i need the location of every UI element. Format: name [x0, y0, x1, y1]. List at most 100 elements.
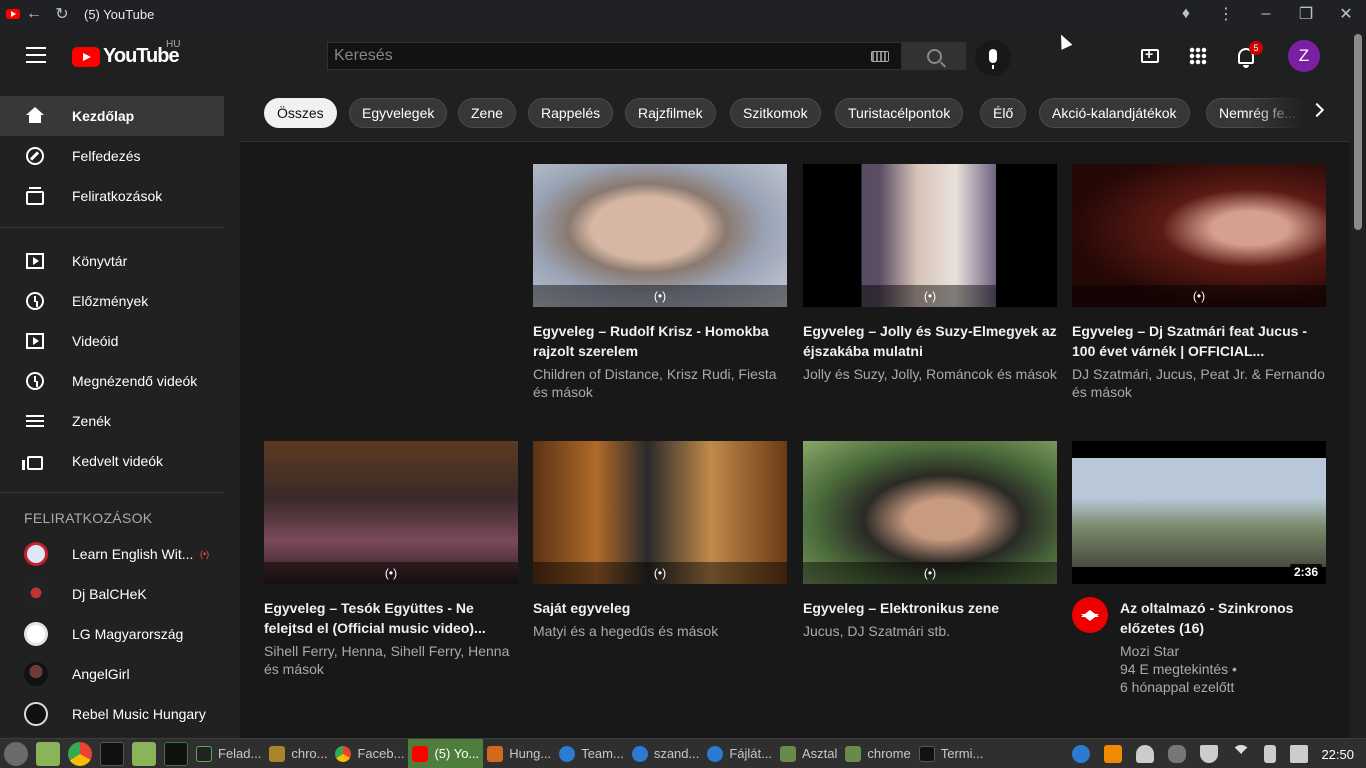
- search-box[interactable]: [327, 42, 902, 70]
- sidebar-item-label: Könyvtár: [72, 253, 128, 269]
- taskbar-app[interactable]: Faceb...: [331, 739, 408, 768]
- apps-button[interactable]: [1186, 44, 1210, 68]
- sidebar-item-explore[interactable]: Felfedezés: [0, 136, 224, 176]
- teamviewer-icon: [707, 745, 724, 762]
- sidebar-item-home[interactable]: Kezdőlap: [0, 96, 224, 136]
- page-scrollbar[interactable]: [1350, 28, 1366, 738]
- files-launcher-icon[interactable]: [132, 741, 156, 766]
- sidebar-item-label: LG Magyarország: [72, 626, 184, 642]
- scrollbar-thumb[interactable]: [1354, 34, 1362, 230]
- wifi-icon[interactable]: [1232, 745, 1251, 763]
- video-thumbnail[interactable]: (•): [533, 164, 787, 307]
- reload-icon[interactable]: ↻: [48, 0, 76, 28]
- keyboard-icon[interactable]: [871, 51, 889, 62]
- video-thumbnail[interactable]: (•): [803, 441, 1057, 584]
- video-thumbnail[interactable]: (•): [803, 164, 1057, 307]
- notification-count-badge: 5: [1249, 41, 1263, 55]
- back-arrow-icon[interactable]: ←: [20, 0, 48, 28]
- video-thumbnail[interactable]: 2:36: [1072, 441, 1326, 584]
- sidebar-subscription[interactable]: Rebel Music Hungary: [0, 694, 224, 734]
- taskbar-app[interactable]: Team...: [555, 739, 628, 768]
- sidebar-item-liked-videos[interactable]: Kedvelt videók: [0, 441, 224, 481]
- chip-cartoons[interactable]: Rajzfilmek: [625, 98, 716, 128]
- volume-icon[interactable]: [1290, 745, 1309, 763]
- video-thumbnail[interactable]: (•): [1072, 164, 1326, 307]
- sidebar-divider: [0, 227, 224, 228]
- channel-avatar[interactable]: [1072, 597, 1108, 633]
- sidebar-item-watch-later[interactable]: Megnézendő videók: [0, 361, 224, 401]
- taskbar-app[interactable]: Asztal: [776, 739, 841, 768]
- chrome-launcher-icon[interactable]: [68, 741, 92, 766]
- extensions-puzzle-icon[interactable]: ♦: [1166, 0, 1206, 28]
- video-card[interactable]: (•) Saját egyveleg Matyi és a hegedűs és…: [533, 441, 787, 640]
- taskbar-app[interactable]: Fájlát...: [703, 739, 776, 768]
- sidebar-subscription[interactable]: Dj BalCHeK: [0, 574, 224, 614]
- sidebar-subscription[interactable]: LG Magyarország: [0, 614, 224, 654]
- search-input[interactable]: [328, 43, 901, 69]
- video-thumbnail[interactable]: (•): [264, 441, 518, 584]
- video-card[interactable]: (•) Egyveleg – Elektronikus zene Jucus, …: [803, 441, 1057, 640]
- restore-window-icon[interactable]: ❐: [1286, 0, 1326, 28]
- sidebar-item-your-videos[interactable]: Videóid: [0, 321, 224, 361]
- video-title[interactable]: Saját egyveleg: [533, 598, 787, 618]
- clock[interactable]: 22:50: [1321, 747, 1354, 762]
- bluetooth-icon[interactable]: [1168, 745, 1187, 763]
- shield-icon[interactable]: [1200, 745, 1219, 763]
- taskbar-app[interactable]: szand...: [628, 739, 704, 768]
- browser-menu-kebab-icon[interactable]: ⋮: [1206, 0, 1246, 28]
- chip-action-adventure-games[interactable]: Akció-kalandjátékok: [1039, 98, 1190, 128]
- taskbar-app[interactable]: Felad...: [192, 739, 265, 768]
- sidebar-item-subscriptions[interactable]: Feliratkozások: [0, 176, 224, 216]
- video-card[interactable]: (•) Egyveleg – Tesók Együttes - Ne felej…: [264, 441, 518, 678]
- youtube-icon: [412, 745, 429, 762]
- voice-search-button[interactable]: [975, 40, 1011, 76]
- channel-name[interactable]: Mozi Star: [1120, 642, 1326, 660]
- chip-rap[interactable]: Rappelés: [528, 98, 614, 128]
- sidebar-subscription[interactable]: AngelGirl: [0, 654, 224, 694]
- video-card[interactable]: (•) Egyveleg – Dj Szatmári feat Jucus - …: [1072, 164, 1326, 401]
- notifications-bell-icon[interactable]: [1136, 745, 1155, 763]
- terminal-launcher-icon[interactable]: [100, 741, 124, 766]
- start-menu-icon[interactable]: [4, 741, 28, 766]
- video-title[interactable]: Egyveleg – Rudolf Krisz - Homokba rajzol…: [533, 321, 787, 361]
- sidebar-item-library[interactable]: Könyvtár: [0, 241, 224, 281]
- taskbar-app[interactable]: Hung...: [483, 739, 555, 768]
- video-title[interactable]: Az oltalmazó - Szinkronos előzetes (16): [1120, 598, 1326, 638]
- taskbar-app[interactable]: Termi...: [915, 739, 988, 768]
- system-monitor-launcher-icon[interactable]: [164, 741, 188, 766]
- chip-tourist-destinations[interactable]: Turistacélpontok: [835, 98, 964, 128]
- chip-sitcoms[interactable]: Szitkomok: [730, 98, 821, 128]
- chip-live[interactable]: Élő: [980, 98, 1027, 128]
- chip-all[interactable]: Összes: [264, 98, 337, 128]
- chip-music[interactable]: Zene: [458, 98, 516, 128]
- show-desktop-icon[interactable]: [36, 741, 60, 766]
- minimize-window-icon[interactable]: –: [1246, 0, 1286, 28]
- video-card[interactable]: 2:36 Az oltalmazó - Szinkronos előzetes …: [1072, 441, 1326, 696]
- video-title[interactable]: Egyveleg – Dj Szatmári feat Jucus - 100 …: [1072, 321, 1326, 361]
- hamburger-menu-icon[interactable]: [26, 47, 46, 63]
- chip-mixes[interactable]: Egyvelegek: [349, 98, 448, 128]
- taskbar-app[interactable]: chrome: [841, 739, 914, 768]
- youtube-logo[interactable]: YouTube: [72, 45, 180, 68]
- apps-grid-icon: [1189, 47, 1207, 65]
- clipboard-icon[interactable]: [1264, 745, 1277, 763]
- search-button[interactable]: [902, 42, 966, 70]
- video-title[interactable]: Egyveleg – Elektronikus zene: [803, 598, 1057, 618]
- media-tray-icon[interactable]: [1104, 745, 1123, 763]
- music-playlist-icon: [25, 411, 45, 431]
- video-title[interactable]: Egyveleg – Jolly és Suzy-Elmegyek az éjs…: [803, 321, 1057, 361]
- video-title[interactable]: Egyveleg – Tesók Együttes - Ne felejtsd …: [264, 598, 518, 638]
- sidebar-subscription[interactable]: Learn English Wit... (•): [0, 534, 224, 574]
- teamviewer-tray-icon[interactable]: [1072, 745, 1091, 763]
- taskbar-app[interactable]: chro...: [265, 739, 331, 768]
- account-avatar[interactable]: Z: [1288, 40, 1320, 72]
- sidebar-item-music[interactable]: Zenék: [0, 401, 224, 441]
- video-thumbnail[interactable]: (•): [533, 441, 787, 584]
- sidebar-item-history[interactable]: Előzmények: [0, 281, 224, 321]
- close-window-icon[interactable]: ✕: [1326, 0, 1366, 28]
- video-card[interactable]: (•) Egyveleg – Jolly és Suzy-Elmegyek az…: [803, 164, 1057, 383]
- sidebar-item-label: Videóid: [72, 333, 119, 349]
- taskbar-app-active[interactable]: (5) Yo...: [408, 738, 484, 768]
- video-card[interactable]: (•) Egyveleg – Rudolf Krisz - Homokba ra…: [533, 164, 787, 401]
- create-video-button[interactable]: [1138, 44, 1162, 68]
